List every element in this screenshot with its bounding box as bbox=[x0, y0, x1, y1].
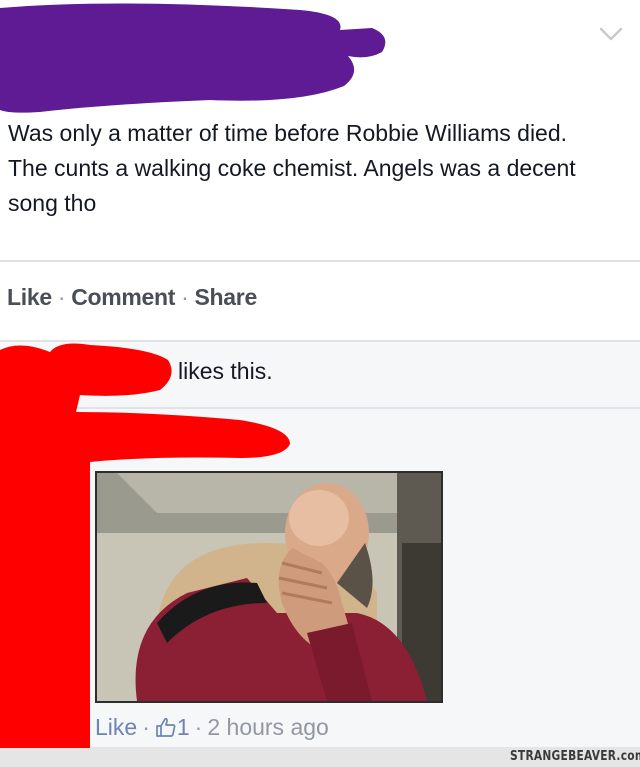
post-card: Was only a matter of time before Robbie … bbox=[0, 0, 640, 262]
likes-summary: likes this. bbox=[0, 342, 640, 408]
comment-like-button[interactable]: Like bbox=[95, 714, 137, 740]
like-button[interactable]: Like bbox=[7, 284, 52, 310]
separator-dot: · bbox=[181, 284, 189, 310]
post-text: Was only a matter of time before Robbie … bbox=[8, 120, 576, 216]
comment-button[interactable]: Comment bbox=[71, 284, 175, 310]
comment-timestamp[interactable]: 2 hours ago bbox=[207, 714, 328, 740]
separator-dot: · bbox=[194, 714, 203, 740]
separator-dot: · bbox=[57, 284, 66, 310]
likes-text[interactable]: likes this. bbox=[178, 358, 273, 385]
separator-dot: · bbox=[142, 714, 150, 740]
comment-like-count[interactable]: 1 bbox=[177, 714, 190, 740]
chevron-down-icon[interactable] bbox=[598, 24, 624, 44]
post-actions-bar: Like · Comment · Share bbox=[0, 262, 640, 340]
comment-section: Like · 1 · 2 hours ago bbox=[0, 409, 640, 747]
avatar[interactable] bbox=[72, 482, 80, 506]
picard-facepalm-image[interactable] bbox=[95, 471, 443, 703]
watermark: STRANGEBEAVER.com bbox=[510, 749, 640, 764]
share-button[interactable]: Share bbox=[195, 284, 258, 310]
thumbs-up-icon bbox=[156, 717, 176, 737]
